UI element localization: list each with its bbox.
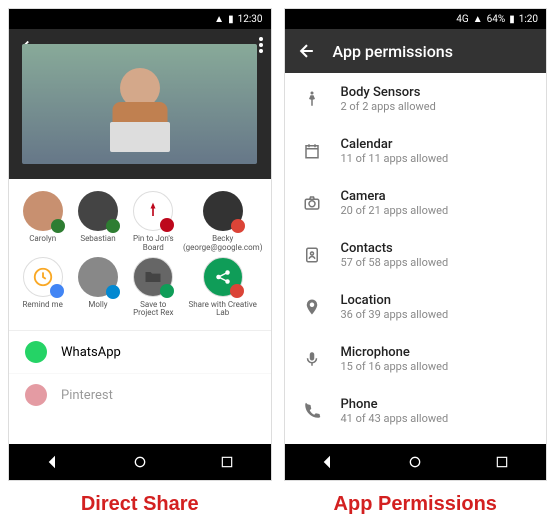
permission-item[interactable]: Phone41 of 43 apps allowed <box>285 385 547 437</box>
mic-icon <box>303 350 323 368</box>
app-name: WhatsApp <box>61 345 121 360</box>
app-row[interactable]: Pinterest <box>9 373 271 416</box>
status-bar: 4G ▲ 64% ▮ 1:20 <box>285 9 547 29</box>
share-target-label: Save to Project Rex <box>128 301 179 319</box>
avatar <box>78 191 118 231</box>
permission-subtitle: 36 of 39 apps allowed <box>341 308 449 321</box>
badge-icon <box>160 218 174 232</box>
badge-icon <box>106 219 120 233</box>
permission-item[interactable]: Calendar11 of 11 apps allowed <box>285 125 547 177</box>
permission-title: Camera <box>341 189 449 204</box>
battery-text: 64% <box>487 14 506 25</box>
share-target-label: Share with Creative Lab <box>183 301 263 319</box>
battery-icon: ▮ <box>509 14 515 25</box>
hero-image <box>9 29 271 179</box>
nav-home-icon[interactable] <box>406 453 424 471</box>
nav-bar <box>285 444 547 480</box>
nav-recent-icon[interactable] <box>218 453 236 471</box>
permission-item[interactable]: Location36 of 39 apps allowed <box>285 281 547 333</box>
share-target[interactable]: Share with Creative Lab <box>183 257 263 319</box>
app-row[interactable]: WhatsApp <box>9 330 271 373</box>
page-title: App permissions <box>333 42 453 61</box>
share-target[interactable]: Carolyn <box>17 191 68 253</box>
contacts-icon <box>303 246 323 264</box>
pin-icon <box>133 191 173 231</box>
title-bar: App permissions <box>285 29 547 73</box>
permissions-list: Body Sensors2 of 2 apps allowedCalendar1… <box>285 73 547 444</box>
nav-back-icon[interactable] <box>319 453 337 471</box>
battery-icon: ▮ <box>228 14 234 25</box>
avatar <box>203 191 243 231</box>
clock-text: 12:30 <box>238 14 263 25</box>
permission-title: Location <box>341 293 449 308</box>
app-permissions-phone: 4G ▲ 64% ▮ 1:20 App permissions Body Sen… <box>284 8 548 481</box>
direct-share-phone: ▲ ▮ 12:30 Carolyn Sebastian Pin to Jon's B… <box>8 8 272 481</box>
body-icon <box>303 90 323 108</box>
app-list: WhatsApp Pinterest <box>9 330 271 444</box>
share-target-label: Remind me <box>23 301 63 310</box>
signal-icon: ▲ <box>473 14 483 25</box>
app-icon <box>25 384 47 406</box>
folder-icon <box>133 257 173 297</box>
location-icon <box>303 298 323 316</box>
phone-icon <box>303 402 323 420</box>
nav-home-icon[interactable] <box>131 453 149 471</box>
share-target-label: Pin to Jon's Board <box>128 235 179 253</box>
back-icon[interactable] <box>297 41 317 61</box>
camera-icon <box>303 194 323 212</box>
share-target[interactable]: Becky (george@google.com) <box>183 191 263 253</box>
avatar <box>78 257 118 297</box>
badge-icon <box>51 219 65 233</box>
permission-item[interactable]: Contacts57 of 58 apps allowed <box>285 229 547 281</box>
avatar <box>23 191 63 231</box>
share-target[interactable]: Save to Project Rex <box>128 257 179 319</box>
permission-item[interactable]: Body Sensors2 of 2 apps allowed <box>285 73 547 125</box>
badge-icon <box>160 284 174 298</box>
permission-title: Calendar <box>341 137 449 152</box>
app-icon <box>25 341 47 363</box>
app-name: Pinterest <box>61 388 113 403</box>
caption-left: Direct Share <box>8 493 272 516</box>
badge-icon <box>231 219 245 233</box>
permission-item[interactable]: Camera20 of 21 apps allowed <box>285 177 547 229</box>
share-icon <box>203 257 243 297</box>
clock-icon <box>23 257 63 297</box>
permission-title: Microphone <box>341 345 449 360</box>
network-text: 4G <box>456 14 468 25</box>
badge-icon <box>230 284 244 298</box>
share-target[interactable]: Remind me <box>17 257 68 319</box>
share-grid: Carolyn Sebastian Pin to Jon's BoardBecky … <box>9 179 271 330</box>
badge-icon <box>50 284 64 298</box>
permission-subtitle: 11 of 11 apps allowed <box>341 152 449 165</box>
share-target-label: Becky (george@google.com) <box>183 235 263 253</box>
nav-bar <box>9 444 271 480</box>
signal-icon: ▲ <box>214 14 224 25</box>
permission-title: Body Sensors <box>341 85 436 100</box>
nav-recent-icon[interactable] <box>493 453 511 471</box>
permission-item[interactable]: Microphone15 of 16 apps allowed <box>285 333 547 385</box>
share-target[interactable]: Pin to Jon's Board <box>128 191 179 253</box>
permission-subtitle: 15 of 16 apps allowed <box>341 360 449 373</box>
share-target-label: Carolyn <box>29 235 56 244</box>
nav-back-icon[interactable] <box>44 453 62 471</box>
caption-right: App Permissions <box>284 493 548 516</box>
status-bar: ▲ ▮ 12:30 <box>9 9 271 29</box>
permission-subtitle: 57 of 58 apps allowed <box>341 256 449 269</box>
calendar-icon <box>303 142 323 160</box>
clock-text: 1:20 <box>519 14 538 25</box>
permission-title: Phone <box>341 397 449 412</box>
share-target-label: Sebastian <box>80 235 115 244</box>
permission-subtitle: 20 of 21 apps allowed <box>341 204 449 217</box>
share-target[interactable]: Molly <box>72 257 123 319</box>
permission-title: Contacts <box>341 241 449 256</box>
badge-icon <box>106 285 120 299</box>
permission-subtitle: 2 of 2 apps allowed <box>341 100 436 113</box>
more-icon[interactable] <box>259 37 263 53</box>
permission-subtitle: 41 of 43 apps allowed <box>341 412 449 425</box>
share-target[interactable]: Sebastian <box>72 191 123 253</box>
share-target-label: Molly <box>88 301 107 310</box>
